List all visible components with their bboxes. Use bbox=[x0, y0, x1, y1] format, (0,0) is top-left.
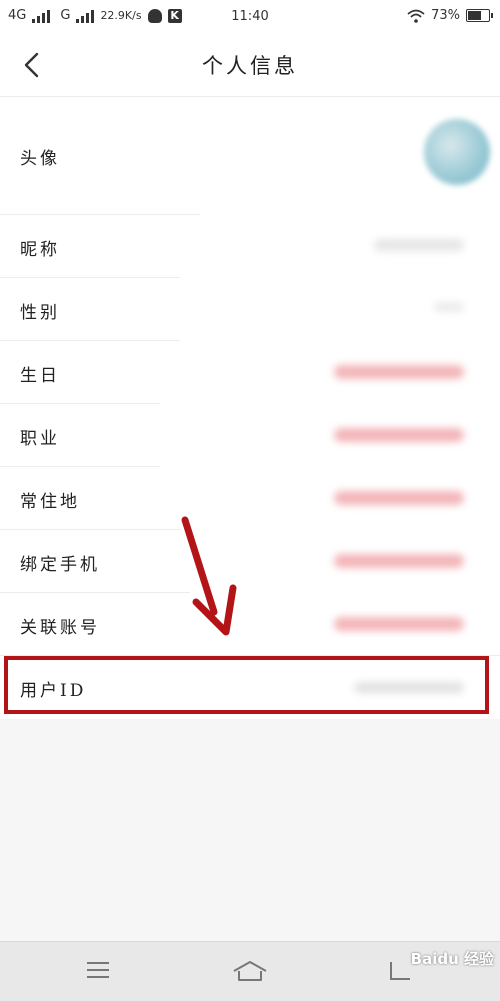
row-label-linked: 关联账号 bbox=[20, 618, 100, 638]
watermark: Baidu 经验 bbox=[410, 950, 494, 968]
profile-list: 头像 昵称 性别 生日 职业 常住地 绑定手机 关联账号 用户ID bbox=[0, 97, 500, 719]
row-birthday[interactable]: 生日 bbox=[0, 341, 500, 404]
row-label-avatar: 头像 bbox=[20, 149, 60, 169]
row-label-birthday: 生日 bbox=[20, 366, 60, 386]
avatar bbox=[424, 119, 490, 185]
birthday-value-blurred bbox=[334, 365, 464, 379]
row-label-nickname: 昵称 bbox=[20, 240, 60, 260]
gender-value-blurred bbox=[434, 302, 464, 312]
row-nickname[interactable]: 昵称 bbox=[0, 215, 500, 278]
row-occupation[interactable]: 职业 bbox=[0, 404, 500, 467]
page-title: 个人信息 bbox=[202, 54, 298, 78]
status-bar: 4G G 22.9K/s K 11:40 73% bbox=[0, 0, 500, 34]
row-label-phone: 绑定手机 bbox=[20, 555, 100, 575]
header-bar: 个人信息 bbox=[0, 34, 500, 97]
wifi-icon bbox=[407, 9, 425, 23]
row-label-occupation: 职业 bbox=[20, 429, 60, 449]
row-gender[interactable]: 性别 bbox=[0, 278, 500, 341]
linked-value-blurred bbox=[334, 617, 464, 631]
row-phone[interactable]: 绑定手机 bbox=[0, 530, 500, 593]
occupation-value-blurred bbox=[334, 428, 464, 442]
nickname-value-blurred bbox=[374, 239, 464, 251]
battery-icon bbox=[466, 9, 493, 22]
row-label-gender: 性别 bbox=[20, 303, 60, 323]
row-label-residence: 常住地 bbox=[20, 492, 80, 512]
menu-icon[interactable] bbox=[86, 959, 110, 981]
row-avatar[interactable]: 头像 bbox=[0, 97, 500, 215]
highlight-box bbox=[4, 656, 489, 714]
home-icon[interactable] bbox=[232, 959, 268, 983]
phone-value-blurred bbox=[334, 554, 464, 568]
row-residence[interactable]: 常住地 bbox=[0, 467, 500, 530]
status-right: 73% bbox=[407, 8, 493, 23]
residence-value-blurred bbox=[334, 491, 464, 505]
row-linked-accounts[interactable]: 关联账号 bbox=[0, 593, 500, 656]
battery-percent: 73% bbox=[431, 8, 460, 23]
